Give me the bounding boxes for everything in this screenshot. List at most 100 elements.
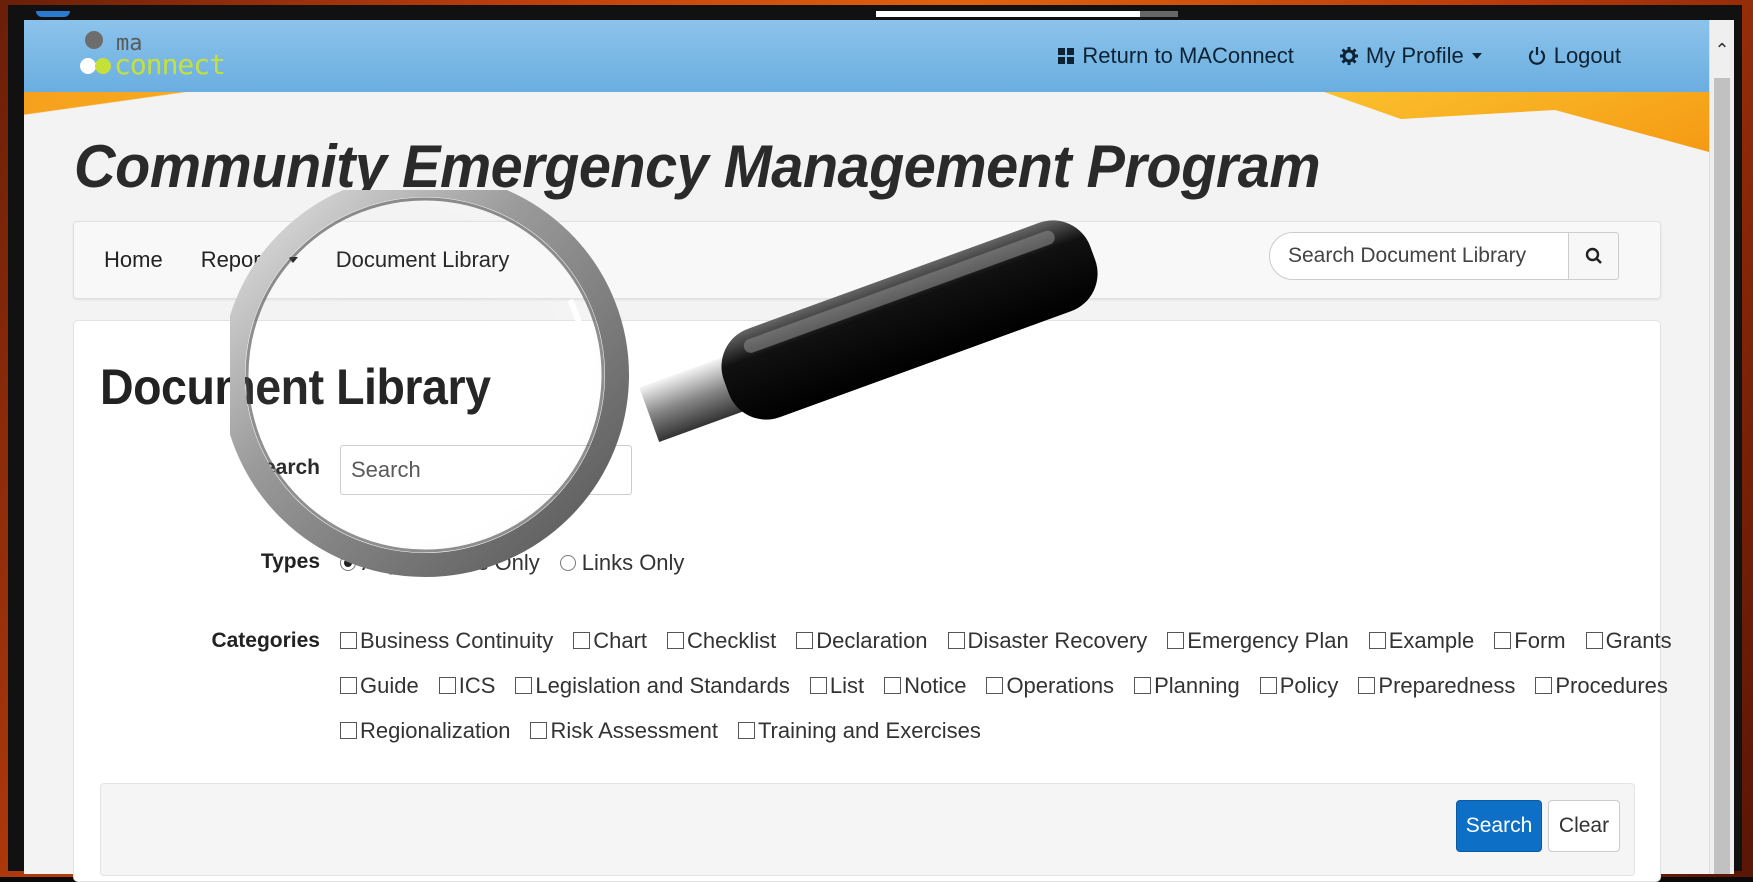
window-tab-indicator <box>36 11 70 17</box>
checkbox-icon <box>1134 677 1152 694</box>
categories-label: Categories <box>211 629 320 652</box>
category-checkbox[interactable]: Legislation and Standards <box>515 672 790 699</box>
radio-unchecked-icon <box>559 555 576 571</box>
search-submit-label: Search <box>1465 814 1533 837</box>
checkbox-icon <box>340 722 357 739</box>
category-label: Disaster Recovery <box>967 627 1148 653</box>
clear-button-label: Clear <box>1558 814 1610 837</box>
checkbox-icon <box>1494 632 1512 649</box>
category-checkbox[interactable]: Declaration <box>796 628 928 654</box>
categories-row: Guide ICS Legislation and Standards List… <box>340 663 1668 708</box>
category-label: Legislation and Standards <box>535 672 790 698</box>
search-label: Search <box>249 456 320 479</box>
category-label: Emergency Plan <box>1187 627 1349 653</box>
category-checkbox[interactable]: List <box>809 672 865 699</box>
category-label: Chart <box>593 627 648 653</box>
category-checkbox[interactable]: ICS <box>438 672 496 699</box>
category-label: Notice <box>904 672 967 698</box>
category-checkbox[interactable]: Notice <box>884 673 966 699</box>
type-radio-files-only[interactable]: Files Only <box>419 550 540 576</box>
category-checkbox[interactable]: Form <box>1494 627 1566 654</box>
checkbox-icon <box>947 632 965 649</box>
category-checkbox[interactable]: Business Continuity <box>340 628 553 654</box>
scroll-thumb[interactable] <box>1714 78 1730 874</box>
search-icon <box>1585 247 1602 264</box>
category-label: Example <box>1388 627 1475 653</box>
radio-unchecked-icon <box>419 555 436 571</box>
category-label: ICS <box>458 672 496 698</box>
checkbox-icon <box>438 677 456 694</box>
logout-link[interactable]: Logout <box>1528 43 1621 69</box>
subnav-item-reports[interactable]: Reports <box>201 247 298 273</box>
category-label: Checklist <box>687 627 777 653</box>
search-button[interactable] <box>1569 232 1619 280</box>
type-files-only-label: Files Only <box>441 550 540 575</box>
checkbox-icon <box>340 632 357 649</box>
category-checkbox[interactable]: Emergency Plan <box>1167 627 1349 654</box>
types-label: Types <box>260 550 320 573</box>
type-radio-links-only[interactable]: Links Only <box>559 550 684 576</box>
type-any-label: Any <box>362 550 400 575</box>
category-label: Form <box>1514 627 1566 653</box>
category-label: Planning <box>1154 672 1240 698</box>
checkbox-icon <box>530 722 548 739</box>
categories-row: Business Continuity Chart Checklist Decl… <box>340 618 1672 663</box>
category-label: List <box>829 672 865 698</box>
checkbox-icon <box>1358 677 1376 694</box>
category-label: Guide <box>360 672 419 698</box>
category-checkbox[interactable]: Checklist <box>667 628 776 654</box>
category-label: Regionalization <box>360 717 511 743</box>
category-checkbox[interactable]: Grants <box>1585 628 1672 654</box>
power-icon <box>1528 47 1545 65</box>
library-search-input[interactable] <box>340 445 632 495</box>
category-checkbox[interactable]: Example <box>1368 627 1475 654</box>
category-label: Policy <box>1279 672 1339 698</box>
logo-text-connect: connect <box>114 48 225 81</box>
checkbox-icon <box>884 677 902 694</box>
category-checkbox[interactable]: Regionalization <box>340 718 510 744</box>
checkbox-icon <box>340 677 357 694</box>
clear-button[interactable]: Clear <box>1548 800 1620 852</box>
subnav-reports-label: Reports <box>200 247 278 272</box>
categories-checkbox-group: Business Continuity Chart Checklist Decl… <box>340 618 1672 753</box>
subnav-item-home[interactable]: Home <box>104 247 163 273</box>
category-checkbox[interactable]: Policy <box>1259 672 1339 699</box>
category-checkbox[interactable]: Disaster Recovery <box>947 627 1148 654</box>
top-navbar: ma connect Return to MAConnect My Profil… <box>24 20 1709 92</box>
checkbox-icon <box>809 677 827 694</box>
category-label: Training and Exercises <box>757 717 981 743</box>
subnav-item-document-library[interactable]: Document Library <box>336 247 510 273</box>
checkbox-icon <box>796 632 814 649</box>
return-to-maconnect-link[interactable]: Return to MAConnect <box>1058 43 1294 69</box>
scroll-up-arrow-icon[interactable]: ⌃ <box>1710 40 1734 60</box>
checkbox-icon <box>1259 677 1277 694</box>
type-radio-any[interactable]: Any <box>340 550 400 576</box>
category-checkbox[interactable]: Guide <box>340 673 419 699</box>
checkbox-icon <box>573 632 591 649</box>
document-library-title: Document Library <box>100 359 491 415</box>
category-checkbox[interactable]: Preparedness <box>1358 673 1515 699</box>
program-title: Community Emergency Management Program <box>74 133 1321 200</box>
chevron-down-icon <box>287 257 298 263</box>
checkbox-icon <box>667 632 685 649</box>
chevron-down-icon <box>1471 53 1482 59</box>
document-library-search-input[interactable] <box>1269 232 1569 280</box>
category-checkbox[interactable]: Operations <box>986 673 1114 699</box>
category-label: Business Continuity <box>360 627 554 653</box>
category-checkbox[interactable]: Training and Exercises <box>737 717 981 744</box>
category-label: Operations <box>1006 672 1115 698</box>
radio-checked-icon <box>340 555 356 571</box>
page-scrollbar[interactable]: ⌃ <box>1709 20 1734 874</box>
checkbox-icon <box>1167 632 1185 649</box>
subnav-document-library-label: Document Library <box>335 247 510 272</box>
category-checkbox[interactable]: Chart <box>573 628 647 654</box>
search-submit-button[interactable]: Search <box>1456 800 1542 852</box>
category-checkbox[interactable]: Planning <box>1134 673 1240 699</box>
form-actions-well <box>100 783 1635 876</box>
category-checkbox[interactable]: Risk Assessment <box>530 718 718 744</box>
my-profile-dropdown[interactable]: My Profile <box>1339 43 1482 69</box>
maconnect-logo[interactable]: ma connect <box>80 28 280 84</box>
category-checkbox[interactable]: Procedures <box>1535 673 1668 699</box>
categories-row: Regionalization Risk Assessment Training… <box>340 708 1640 753</box>
checkbox-icon <box>1585 632 1603 649</box>
